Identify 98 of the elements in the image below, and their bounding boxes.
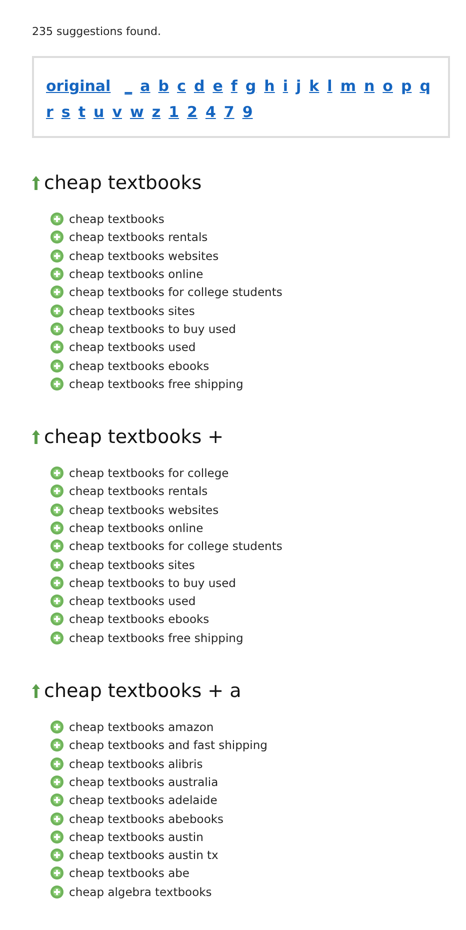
plus-icon[interactable] [50, 576, 64, 590]
suggestion-text[interactable]: cheap textbooks austin tx [69, 848, 218, 862]
up-arrow-icon [32, 430, 40, 444]
suggestion-text[interactable]: cheap textbooks alibris [69, 756, 203, 771]
plus-icon[interactable] [50, 539, 64, 554]
suggestion-text[interactable]: cheap textbooks abebooks [69, 812, 224, 826]
suggestion-text[interactable]: cheap textbooks rentals [69, 484, 208, 498]
suggestion-text[interactable]: cheap textbooks free shipping [69, 376, 244, 391]
plus-icon[interactable] [50, 830, 64, 844]
plus-icon[interactable] [50, 812, 64, 826]
plus-icon[interactable] [50, 358, 64, 373]
suggestion-text[interactable]: cheap textbooks australia [69, 774, 218, 789]
letter-link[interactable]: n [364, 74, 375, 98]
plus-icon[interactable] [50, 502, 64, 517]
plus-icon[interactable] [50, 774, 64, 789]
letter-link[interactable]: w [130, 100, 144, 124]
letter-link[interactable]: b [158, 74, 170, 98]
plus-icon[interactable] [50, 376, 64, 391]
suggestion-text[interactable]: cheap textbooks to buy used [69, 322, 236, 336]
letter-link[interactable]: t [78, 100, 86, 124]
up-arrow-icon [32, 176, 40, 190]
plus-icon[interactable] [50, 248, 64, 263]
plus-icon[interactable] [50, 267, 64, 282]
letter-link[interactable]: p [400, 74, 412, 98]
plus-icon[interactable] [50, 793, 64, 808]
letter-link[interactable]: 1 [168, 100, 180, 124]
plus-icon[interactable] [50, 884, 64, 899]
suggestion-text[interactable]: cheap textbooks ebooks [69, 358, 210, 373]
letter-link[interactable]: 4 [205, 100, 216, 124]
plus-icon[interactable] [50, 304, 64, 318]
suggestion-text[interactable]: cheap textbooks online [69, 267, 204, 282]
letter-link[interactable]: c [177, 74, 186, 98]
suggestion-text[interactable]: cheap textbooks for college students [69, 539, 282, 554]
result-count: 235 suggestions found. [32, 25, 161, 38]
letter-link[interactable]: q [420, 74, 430, 98]
suggestion-text[interactable]: cheap textbooks used [69, 340, 196, 354]
section-heading: cheap textbooks + a [44, 680, 242, 702]
suggestion-text[interactable]: cheap textbooks abe [69, 866, 190, 880]
letter-link[interactable]: v [112, 100, 122, 124]
letter-link[interactable]: l [327, 74, 332, 98]
plus-icon[interactable] [50, 558, 64, 572]
plus-icon[interactable] [50, 230, 64, 244]
plus-icon[interactable] [50, 212, 64, 226]
suggestion-text[interactable]: cheap textbooks and fast shipping [69, 738, 268, 752]
suggestion-text[interactable]: cheap textbooks websites [69, 248, 219, 263]
plus-icon[interactable] [50, 521, 64, 535]
letter-link[interactable]: k [309, 74, 320, 98]
letter-link[interactable]: a [140, 74, 150, 98]
letter-link[interactable]: original [46, 74, 111, 98]
plus-icon[interactable] [50, 285, 64, 300]
suggestion-text[interactable]: cheap algebra textbooks [69, 884, 212, 899]
section-heading: cheap textbooks [44, 172, 202, 194]
suggestion-text[interactable]: cheap textbooks sites [69, 558, 195, 572]
plus-icon[interactable] [50, 848, 64, 862]
section-heading: cheap textbooks + [44, 426, 224, 448]
suggestion-text[interactable]: cheap textbooks free shipping [69, 630, 244, 645]
suggestion-text[interactable]: cheap textbooks amazon [69, 720, 214, 734]
letter-link[interactable]: d [194, 74, 205, 98]
letter-link[interactable]: _ [124, 74, 132, 98]
plus-icon[interactable] [50, 322, 64, 336]
suggestion-text[interactable]: cheap textbooks [69, 212, 164, 226]
up-arrow-icon [32, 684, 40, 698]
letter-link[interactable]: h [264, 74, 275, 98]
suggestion-text[interactable]: cheap textbooks online [69, 521, 204, 535]
letter-link[interactable]: m [340, 74, 356, 98]
plus-icon[interactable] [50, 866, 64, 880]
plus-icon[interactable] [50, 340, 64, 354]
letter-link[interactable]: e [212, 74, 223, 98]
letter-link[interactable]: 7 [224, 100, 234, 124]
plus-icon[interactable] [50, 630, 64, 645]
suggestion-text[interactable]: cheap textbooks to buy used [69, 576, 236, 590]
suggestion-text[interactable]: cheap textbooks adelaide [69, 793, 218, 808]
letter-link[interactable]: g [245, 74, 256, 98]
suggestion-text[interactable]: cheap textbooks austin [69, 830, 204, 844]
letter-link[interactable]: u [94, 100, 104, 124]
letter-link[interactable]: 9 [242, 100, 253, 124]
suggestion-text[interactable]: cheap textbooks sites [69, 304, 195, 318]
letter-link[interactable]: i [282, 74, 288, 98]
plus-icon[interactable] [50, 756, 64, 771]
letter-link[interactable]: 2 [187, 100, 198, 124]
letter-link[interactable]: f [230, 74, 238, 98]
plus-icon[interactable] [50, 484, 64, 498]
plus-icon[interactable] [50, 466, 64, 480]
plus-icon[interactable] [50, 612, 64, 626]
suggestion-text[interactable]: cheap textbooks for college students [69, 285, 282, 300]
letter-link[interactable]: s [61, 100, 70, 124]
letter-link[interactable]: o [382, 74, 393, 98]
letter-link[interactable]: r [46, 100, 54, 124]
suggestion-text[interactable]: cheap textbooks ebooks [69, 612, 210, 626]
plus-icon[interactable] [50, 720, 64, 734]
plus-icon[interactable] [50, 594, 64, 608]
suggestion-text[interactable]: cheap textbooks rentals [69, 230, 208, 244]
suggestion-text[interactable]: cheap textbooks for college [69, 466, 229, 480]
letter-link[interactable]: j [296, 74, 302, 98]
plus-icon[interactable] [50, 738, 64, 752]
suggestion-text[interactable]: cheap textbooks websites [69, 502, 219, 517]
suggestion-text[interactable]: cheap textbooks used [69, 594, 196, 608]
letter-link[interactable]: z [152, 100, 161, 124]
